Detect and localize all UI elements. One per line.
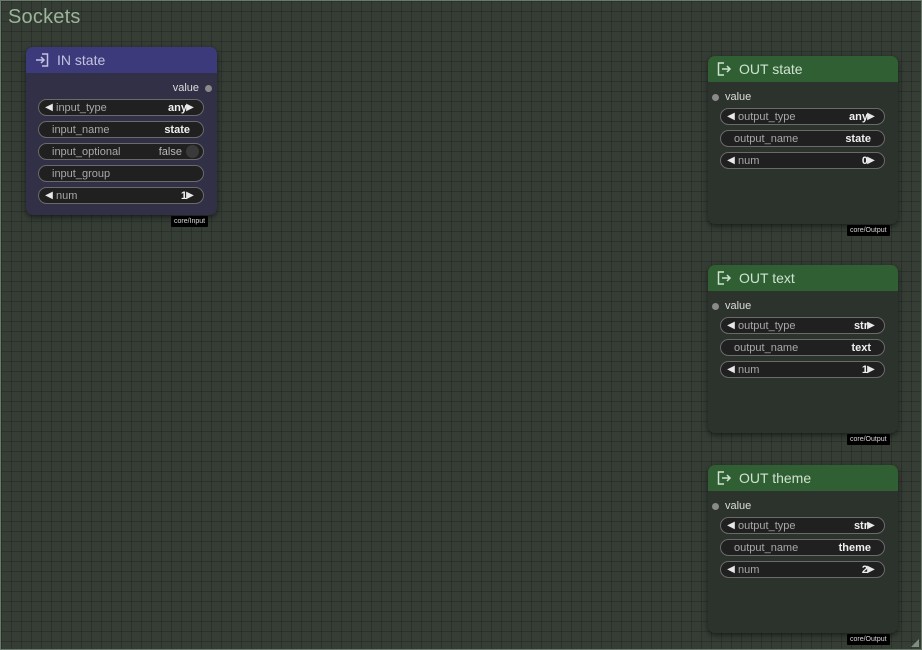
- arrow-left-icon[interactable]: ◀: [42, 190, 56, 201]
- node-title: OUT text: [739, 270, 795, 286]
- node-type-tag: core/Output: [847, 225, 890, 236]
- num-stepper[interactable]: ◀ num 0 ▶: [720, 152, 885, 169]
- canvas-resize-handle[interactable]: [911, 639, 919, 647]
- login-icon: [33, 51, 51, 69]
- node-title: IN state: [57, 52, 106, 68]
- widget-label: input_group: [52, 167, 111, 180]
- output-name-field[interactable]: output_name state: [720, 130, 885, 147]
- output-type-combo[interactable]: ◀ output_type str ▶: [720, 517, 885, 534]
- node-header[interactable]: OUT theme: [708, 465, 898, 491]
- widget-label: output_type: [738, 319, 796, 332]
- slot-label: value: [172, 82, 199, 94]
- group-title[interactable]: Sockets: [8, 6, 81, 29]
- arrow-right-icon[interactable]: ▶: [864, 111, 878, 122]
- slot-label: value: [725, 300, 752, 312]
- output-slot-value[interactable]: value: [26, 78, 217, 98]
- widget-label: input_optional: [52, 145, 121, 158]
- node-title: OUT state: [739, 61, 803, 77]
- logout-icon: [715, 469, 733, 487]
- slot-label: value: [725, 500, 752, 512]
- input-slot-value[interactable]: value: [708, 296, 898, 316]
- arrow-right-icon[interactable]: ▶: [864, 155, 878, 166]
- arrow-right-icon[interactable]: ▶: [864, 564, 878, 575]
- arrow-right-icon[interactable]: ▶: [864, 364, 878, 375]
- node-header[interactable]: OUT text: [708, 265, 898, 291]
- toggle-switch[interactable]: [186, 145, 199, 158]
- widget-label: output_name: [734, 541, 799, 554]
- widget-label: output_name: [734, 341, 799, 354]
- node-header[interactable]: IN state: [26, 47, 217, 73]
- slot-label: value: [725, 91, 752, 103]
- widget-label: output_type: [738, 519, 796, 532]
- input-slot-dot[interactable]: [712, 302, 719, 310]
- widget-label: num: [56, 189, 78, 202]
- input-group-field[interactable]: input_group: [38, 165, 204, 182]
- input-slot-value[interactable]: value: [708, 496, 898, 516]
- input-slot-value[interactable]: value: [708, 87, 898, 107]
- arrow-left-icon[interactable]: ◀: [724, 155, 738, 166]
- num-stepper[interactable]: ◀ num 2 ▶: [720, 561, 885, 578]
- arrow-right-icon[interactable]: ▶: [183, 190, 197, 201]
- widget-label: num: [738, 154, 760, 167]
- logout-icon: [715, 60, 733, 78]
- output-node-out-state[interactable]: OUT state value ◀ output_type any ▶ outp…: [708, 56, 898, 224]
- input-slot-dot[interactable]: [712, 502, 719, 510]
- input-optional-toggle[interactable]: input_optional false: [38, 143, 204, 160]
- widget-label: num: [738, 563, 760, 576]
- node-header[interactable]: OUT state: [708, 56, 898, 82]
- output-type-combo[interactable]: ◀ output_type str ▶: [720, 317, 885, 334]
- widget-value: state: [164, 123, 190, 136]
- widget-label: input_type: [56, 101, 107, 114]
- output-slot-dot[interactable]: [205, 84, 212, 92]
- widget-value: state: [845, 132, 871, 145]
- widget-label: output_type: [738, 110, 796, 123]
- widget-value: text: [851, 341, 871, 354]
- widget-label: num: [738, 363, 760, 376]
- output-name-field[interactable]: output_name theme: [720, 539, 885, 556]
- arrow-right-icon[interactable]: ▶: [864, 320, 878, 331]
- arrow-left-icon[interactable]: ◀: [724, 564, 738, 575]
- input-type-combo[interactable]: ◀ input_type any ▶: [38, 99, 204, 116]
- widget-label: input_name: [52, 123, 110, 136]
- num-stepper[interactable]: ◀ num 1 ▶: [38, 187, 204, 204]
- widget-label: output_name: [734, 132, 799, 145]
- output-name-field[interactable]: output_name text: [720, 339, 885, 356]
- node-type-tag: core/Output: [847, 434, 890, 445]
- num-stepper[interactable]: ◀ num 1 ▶: [720, 361, 885, 378]
- output-type-combo[interactable]: ◀ output_type any ▶: [720, 108, 885, 125]
- node-type-tag: core/Output: [847, 634, 890, 645]
- arrow-left-icon[interactable]: ◀: [42, 102, 56, 113]
- arrow-left-icon[interactable]: ◀: [724, 111, 738, 122]
- node-type-tag: core/Input: [171, 216, 209, 227]
- node-title: OUT theme: [739, 470, 812, 486]
- input-node-in-state[interactable]: IN state value ◀ input_type any ▶ input_…: [26, 47, 217, 215]
- arrow-left-icon[interactable]: ◀: [724, 520, 738, 531]
- output-node-out-theme[interactable]: OUT theme value ◀ output_type str ▶ outp…: [708, 465, 898, 633]
- arrow-right-icon[interactable]: ▶: [183, 102, 197, 113]
- logout-icon: [715, 269, 733, 287]
- widget-value: false: [158, 145, 182, 158]
- input-slot-dot[interactable]: [712, 93, 719, 101]
- widget-value: theme: [838, 541, 871, 554]
- arrow-left-icon[interactable]: ◀: [724, 320, 738, 331]
- arrow-left-icon[interactable]: ◀: [724, 364, 738, 375]
- input-name-field[interactable]: input_name state: [38, 121, 204, 138]
- output-node-out-text[interactable]: OUT text value ◀ output_type str ▶ outpu…: [708, 265, 898, 433]
- arrow-right-icon[interactable]: ▶: [864, 520, 878, 531]
- node-canvas[interactable]: Sockets IN state value ◀ input_type any: [0, 0, 922, 650]
